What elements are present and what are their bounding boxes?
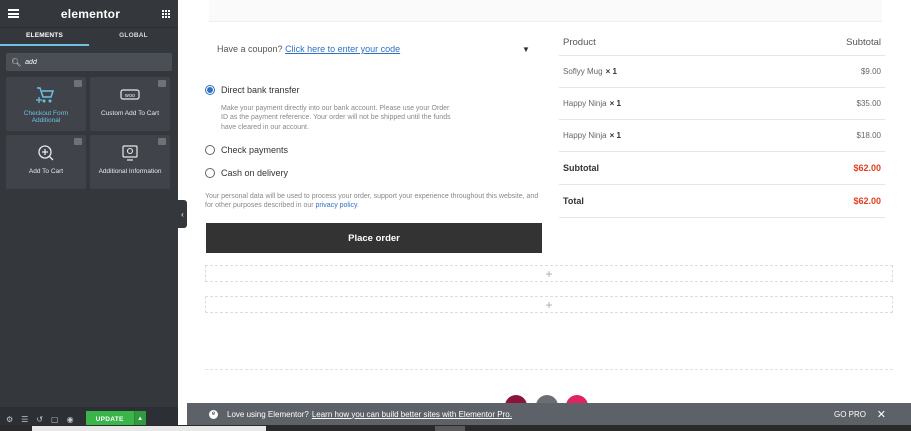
woo-icon: woo [120, 85, 140, 105]
table-header: Product Subtotal [559, 30, 885, 56]
layers-icon[interactable]: ☰ [21, 415, 28, 424]
payment-option-check[interactable]: Check payments [205, 145, 288, 155]
item-name: Happy Ninja [563, 131, 607, 140]
bank-description: Make your payment directly into our bank… [221, 105, 451, 131]
go-pro-button[interactable]: GO PRO [834, 410, 866, 419]
item-price: $35.00 [856, 99, 881, 108]
widget-custom-add-to-cart[interactable]: woo Custom Add To Cart [90, 77, 170, 131]
collapse-panel-button[interactable]: ‹ [178, 200, 187, 228]
radio-bank[interactable] [205, 85, 215, 95]
widgets-grid-icon[interactable] [162, 9, 170, 18]
add-section-placeholder[interactable]: + [205, 265, 893, 282]
settings-icon[interactable]: ⚙ [6, 415, 13, 424]
payment-option-cod[interactable]: Cash on delivery [205, 168, 288, 178]
search-box: 🔍︎ [6, 53, 172, 71]
history-icon[interactable]: ↺ [36, 415, 43, 424]
panel-header: elementor [0, 0, 178, 28]
close-icon[interactable]: ✕ [877, 408, 886, 421]
item-name: Soflyy Mug [563, 67, 603, 76]
notice-link[interactable]: Learn how you can build better sites wit… [312, 410, 512, 419]
search-icon: 🔍︎ [11, 57, 22, 67]
taskbar-window[interactable] [435, 426, 465, 431]
payment-option-bank[interactable]: Direct bank transfer [205, 85, 300, 95]
lock-icon [158, 138, 166, 145]
table-row: Happy Ninja × 1 $18.00 [559, 120, 885, 152]
payment-label: Check payments [221, 145, 289, 155]
subtotal-label: Subtotal [563, 163, 599, 173]
item-qty: × 1 [609, 99, 621, 108]
place-order-button[interactable]: Place order [206, 223, 542, 253]
privacy-body: Your personal data will be used to proce… [205, 193, 539, 210]
subtotal-row: Subtotal $62.00 [559, 152, 885, 185]
panel-tabs: ELEMENTS GLOBAL [0, 28, 178, 46]
info-icon [121, 143, 139, 163]
coupon-link[interactable]: Click here to enter your code [285, 44, 400, 54]
notice-text: Love using Elementor? [227, 409, 309, 419]
add-section-placeholder[interactable]: + [205, 296, 893, 313]
add-to-cart-icon [37, 143, 55, 163]
total-row: Total $62.00 [559, 185, 885, 218]
table-row: Soflyy Mug × 1 $9.00 [559, 56, 885, 88]
coupon-notice: Have a coupon? Click here to enter your … [217, 44, 400, 54]
tab-elements[interactable]: ELEMENTS [0, 28, 89, 46]
subtotal-value: $62.00 [853, 163, 881, 173]
table-row: Happy Ninja × 1 $35.00 [559, 88, 885, 120]
widget-grid: Checkout Form Additional woo Custom Add … [0, 77, 178, 189]
item-qty: × 1 [605, 67, 617, 76]
brand-logo: elementor [60, 6, 121, 21]
taskbar [0, 425, 911, 431]
responsive-icon[interactable]: ▢ [51, 415, 59, 424]
widget-checkout-form-additional[interactable]: Checkout Form Additional [6, 77, 86, 131]
widget-label: Additional Information [98, 168, 162, 175]
widget-label: Custom Add To Cart [100, 110, 160, 117]
preview-canvas: Have a coupon? Click here to enter your … [187, 0, 911, 417]
tab-global[interactable]: GLOBAL [89, 28, 178, 46]
cart-icon [35, 85, 57, 105]
header-product: Product [563, 37, 596, 48]
total-value: $62.00 [853, 196, 881, 206]
item-price: $18.00 [856, 131, 881, 140]
lock-icon [74, 80, 82, 87]
plus-icon: + [545, 266, 553, 281]
editor-panel: elementor ELEMENTS GLOBAL 🔍︎ Checkout Fo… [0, 0, 178, 431]
total-label: Total [563, 196, 584, 206]
widget-add-to-cart[interactable]: Add To Cart [6, 135, 86, 189]
item-price: $9.00 [860, 67, 881, 76]
taskbar-window[interactable] [32, 426, 266, 431]
top-section [209, 0, 882, 22]
widget-additional-information[interactable]: Additional Information [90, 135, 170, 189]
item-name: Happy Ninja [563, 99, 607, 108]
search-input[interactable] [25, 58, 156, 66]
widget-label: Add To Cart [28, 168, 64, 175]
caret-down-icon[interactable]: ▼ [522, 45, 530, 54]
privacy-text: Your personal data will be used to proce… [205, 193, 539, 210]
plus-icon: + [545, 297, 553, 312]
payment-label: Cash on delivery [221, 168, 289, 178]
lock-icon [158, 80, 166, 87]
radio-cod[interactable] [205, 168, 215, 178]
preview-eye-icon[interactable]: ◉ [67, 415, 74, 424]
promo-notice-bar: e Love using Elementor? Learn how you ca… [187, 403, 911, 425]
header-subtotal: Subtotal [846, 37, 881, 48]
privacy-link[interactable]: privacy policy [316, 202, 358, 209]
coupon-text: Have a coupon? [217, 44, 283, 54]
lock-icon [74, 138, 82, 145]
menu-icon[interactable] [8, 9, 19, 18]
radio-check[interactable] [205, 145, 215, 155]
widget-label: Checkout Form Additional [23, 110, 69, 125]
item-qty: × 1 [609, 131, 621, 140]
svg-text:woo: woo [125, 93, 135, 99]
payment-label: Direct bank transfer [221, 85, 300, 95]
order-review-table: Product Subtotal Soflyy Mug × 1 $9.00 Hap… [559, 30, 885, 218]
elementor-icon: e [209, 409, 218, 419]
